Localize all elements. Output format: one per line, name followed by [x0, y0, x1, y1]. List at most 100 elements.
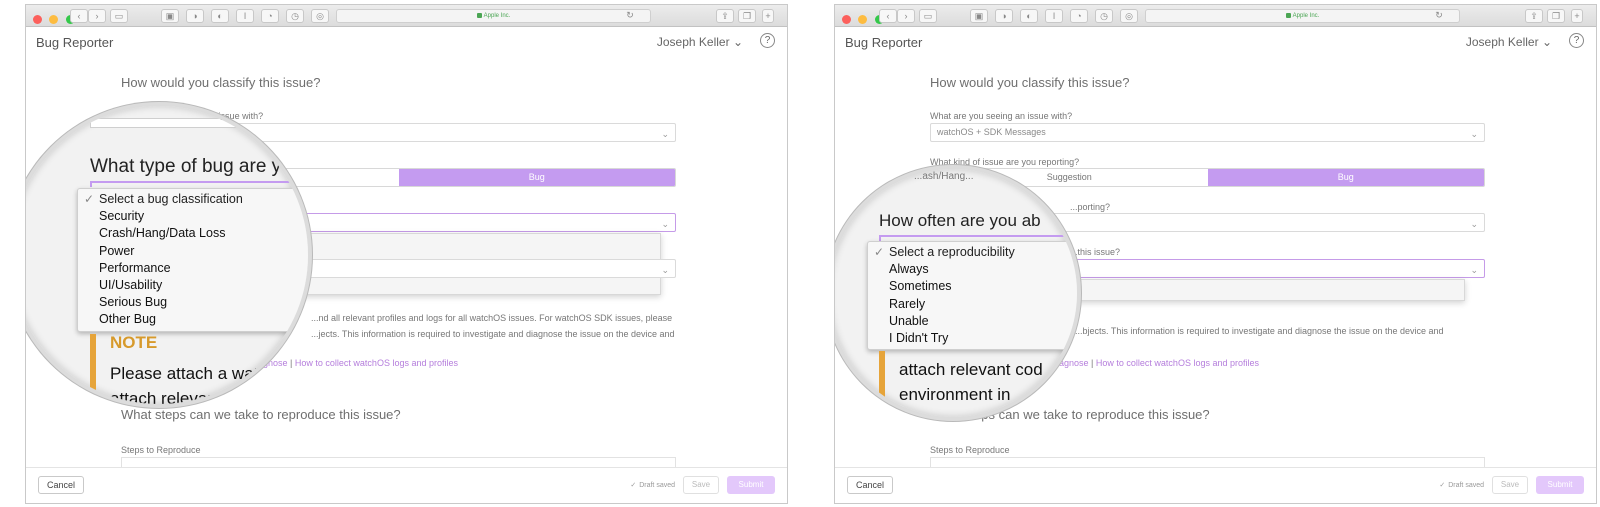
timer-icon[interactable]: ◷ — [1095, 9, 1113, 23]
steps-heading: What steps can we take to reproduce this… — [121, 407, 401, 422]
segment-bug[interactable]: Bug — [398, 169, 675, 186]
steps-label: Steps to Reproduce — [930, 445, 1010, 455]
footer-bar: Cancel ✓ Draft saved Save Submit — [26, 467, 787, 503]
tabs-icon[interactable]: ❐ — [738, 9, 756, 23]
mag-bug-type-title: What type of bug are yo — [90, 156, 292, 177]
address-bar[interactable]: Apple Inc. — [336, 9, 651, 23]
footer-bar: Cancel ✓ Draft saved Save Submit — [835, 467, 1596, 503]
close-window-icon[interactable] — [842, 15, 851, 24]
reader-icon[interactable]: ◐ — [1020, 9, 1038, 23]
reload-icon[interactable]: ↻ — [1430, 9, 1448, 23]
extension-icon[interactable]: ◑ — [995, 9, 1013, 23]
user-menu[interactable]: Joseph Keller ⌄ — [657, 35, 743, 49]
menu-item-select-reproducibility[interactable]: ✓ Select a reproducibility — [868, 244, 1077, 261]
menu-item-ui-usability[interactable]: UI/Usability — [78, 277, 308, 294]
app-title: Bug Reporter — [36, 35, 114, 50]
close-window-icon[interactable] — [33, 15, 42, 24]
segment-bug[interactable]: Bug — [1207, 169, 1484, 186]
menu-item-security[interactable]: Security — [78, 208, 308, 225]
menu-item-label: Select a reproducibility — [889, 245, 1015, 259]
chevron-down-icon: ⌄ — [1470, 219, 1478, 229]
steps-label: Steps to Reproduce — [121, 445, 201, 455]
help-icon[interactable]: ? — [1569, 33, 1584, 48]
menu-item-crash-hang-data-loss[interactable]: Crash/Hang/Data Loss — [78, 225, 308, 242]
forward-icon[interactable]: › — [88, 9, 106, 23]
cancel-button[interactable]: Cancel — [847, 476, 893, 494]
privacy-icon[interactable]: ▣ — [970, 9, 988, 23]
save-button[interactable]: Save — [1492, 476, 1528, 494]
checkmark-icon: ✓ — [874, 245, 885, 259]
mag-partial-segment: ...ash/Hang... — [914, 171, 974, 182]
menu-item-rarely[interactable]: Rarely — [868, 296, 1077, 313]
mag-classification-field — [90, 181, 308, 187]
collect-logs-link[interactable]: How to collect watchOS logs and profiles — [295, 358, 458, 368]
draft-status: ✓ Draft saved — [1439, 481, 1484, 489]
user-name: Joseph Keller — [656, 35, 730, 49]
chevron-down-icon: ⌄ — [1541, 35, 1552, 49]
info-icon[interactable]: ǀ — [236, 9, 254, 23]
link-separator: | — [1091, 358, 1094, 368]
checkmark-icon: ✓ — [84, 192, 95, 206]
menu-item-serious-bug[interactable]: Serious Bug — [78, 294, 308, 311]
sidebar-icon[interactable]: ▭ — [919, 9, 937, 23]
forward-icon[interactable]: › — [897, 9, 915, 23]
diagnose-link[interactable]: agnose — [1059, 358, 1089, 368]
menu-item-other-bug[interactable]: Other Bug — [78, 311, 308, 328]
share-icon[interactable]: ⇪ — [716, 9, 734, 23]
issue-with-select[interactable]: watchOS + SDK Messages ⌄ — [930, 123, 1485, 142]
draft-status: ✓ Draft saved — [630, 481, 675, 489]
menu-item-sometimes[interactable]: Sometimes — [868, 278, 1077, 295]
cancel-button[interactable]: Cancel — [38, 476, 84, 494]
address-bar[interactable]: Apple Inc. — [1145, 9, 1460, 23]
menu-item-unable[interactable]: Unable — [868, 313, 1077, 330]
reader-icon[interactable]: ◐ — [211, 9, 229, 23]
new-tab-icon[interactable]: + — [762, 9, 774, 23]
submit-button[interactable]: Submit — [1536, 476, 1584, 494]
menu-item-always[interactable]: Always — [868, 261, 1077, 278]
check-icon: ✓ — [1439, 482, 1446, 489]
collect-logs-link[interactable]: How to collect watchOS logs and profiles — [1096, 358, 1259, 368]
chevron-down-icon: ⌄ — [661, 129, 669, 139]
timer-icon[interactable]: ◷ — [286, 9, 304, 23]
menu-item-performance[interactable]: Performance — [78, 260, 308, 277]
menu-item-select-classification[interactable]: ✓ Select a bug classification — [78, 191, 308, 208]
privacy-icon[interactable]: ▣ — [161, 9, 179, 23]
user-menu[interactable]: Joseph Keller ⌄ — [1466, 35, 1552, 49]
reload-icon[interactable]: ↻ — [621, 9, 639, 23]
back-icon[interactable]: ‹ — [70, 9, 88, 23]
browser-toolbar: ‹ › ▭ ▣ ◑ ◐ ǀ ◔ ◷ ◎ Apple Inc. ↻ ⇪ ❐ + — [26, 5, 787, 27]
info-icon[interactable]: ǀ — [1045, 9, 1063, 23]
globe-icon[interactable]: ◎ — [311, 9, 329, 23]
globe-icon[interactable]: ◎ — [1120, 9, 1138, 23]
chevron-down-icon: ⌄ — [661, 265, 669, 275]
reproducibility-menu: ✓ Select a reproducibility Always Sometim… — [867, 241, 1077, 351]
minimize-window-icon[interactable] — [858, 15, 868, 24]
classification-label-partial: ...porting? — [1070, 202, 1111, 212]
note-text: ...nd all relevant profiles and logs for… — [311, 310, 675, 342]
issue-with-value: watchOS + SDK Messages — [937, 127, 1046, 137]
chevron-down-icon: ⌄ — [1470, 129, 1478, 139]
sidebar-icon[interactable]: ▭ — [110, 9, 128, 23]
minimize-window-icon[interactable] — [49, 15, 59, 24]
screenshot-icon[interactable]: ◔ — [1070, 9, 1088, 23]
save-button[interactable]: Save — [683, 476, 719, 494]
menu-item-i-didnt-try[interactable]: I Didn't Try — [868, 330, 1077, 347]
right-browser-window: ‹ › ▭ ▣ ◑ ◐ ǀ ◔ ◷ ◎ Apple Inc. ↻ ⇪ ❐ + B… — [834, 4, 1597, 504]
submit-button[interactable]: Submit — [727, 476, 775, 494]
help-icon[interactable]: ? — [760, 33, 775, 48]
mag-frequency-title: How often are you ab — [879, 211, 1041, 230]
screenshot-icon[interactable]: ◔ — [261, 9, 279, 23]
mag-note-line-1: attach relevant cod — [899, 360, 1043, 379]
tabs-icon[interactable]: ❐ — [1547, 9, 1565, 23]
extension-icon[interactable]: ◑ — [186, 9, 204, 23]
app-title: Bug Reporter — [845, 35, 923, 50]
mag-issue-field — [90, 118, 308, 128]
link-separator: | — [290, 358, 293, 368]
note-line: ...bjects. This information is required … — [1075, 326, 1444, 336]
browser-toolbar: ‹ › ▭ ▣ ◑ ◐ ǀ ◔ ◷ ◎ Apple Inc. ↻ ⇪ ❐ + — [835, 5, 1596, 27]
back-icon[interactable]: ‹ — [879, 9, 897, 23]
share-icon[interactable]: ⇪ — [1525, 9, 1543, 23]
note-line-1: ...nd all relevant profiles and logs for… — [311, 313, 673, 323]
new-tab-icon[interactable]: + — [1571, 9, 1583, 23]
menu-item-power[interactable]: Power — [78, 243, 308, 260]
